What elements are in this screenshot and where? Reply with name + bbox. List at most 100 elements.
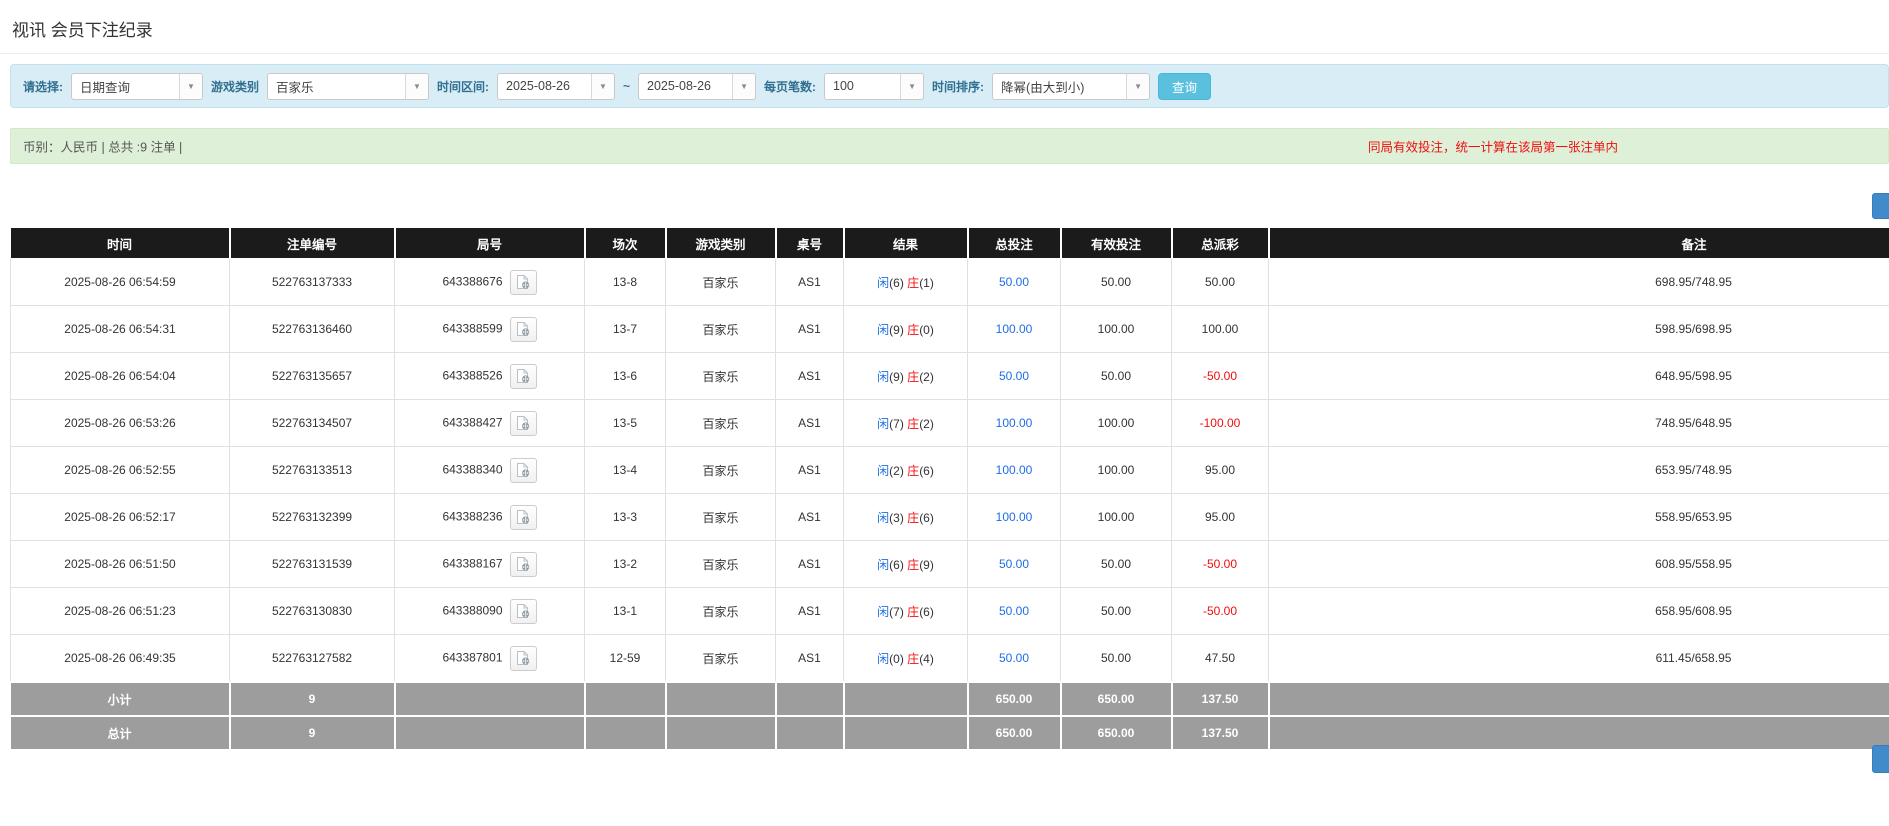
- cell-table-number: AS1: [776, 306, 844, 353]
- total-bet-link[interactable]: 100.00: [996, 510, 1033, 524]
- table-header: 时间 注单编号 局号 场次 游戏类别 桌号 结果 总投注 有效投注 总派彩 备注: [11, 228, 1889, 259]
- result-player-score: (2): [889, 464, 904, 478]
- total-bet-link[interactable]: 100.00: [996, 322, 1033, 336]
- result-banker-score: (2): [919, 417, 934, 431]
- date-range-tilde: ~: [623, 79, 630, 93]
- cell-bet-number: 522763135657: [230, 353, 395, 400]
- result-player-label: 闲: [877, 276, 889, 290]
- video-record-button[interactable]: [510, 458, 537, 483]
- result-banker-score: (1): [919, 276, 934, 290]
- result-player-score: (6): [889, 558, 904, 572]
- cell-game-type: 百家乐: [666, 353, 776, 400]
- cell-time: 2025-08-26 06:54:59: [11, 259, 230, 306]
- cell-total-bet: 50.00: [968, 541, 1061, 588]
- round-number: 643387801: [442, 650, 502, 664]
- cell-payout: 95.00: [1172, 447, 1269, 494]
- cell-valid-bet: 100.00: [1061, 306, 1172, 353]
- cell-payout: -50.00: [1172, 588, 1269, 635]
- total-bet-link[interactable]: 50.00: [999, 557, 1029, 571]
- video-record-button[interactable]: [510, 552, 537, 577]
- result-banker-label: 庄: [907, 417, 919, 431]
- result-banker-label: 庄: [907, 511, 919, 525]
- total-bet-link[interactable]: 50.00: [999, 369, 1029, 383]
- total-total-bet: 650.00: [968, 716, 1061, 749]
- cell-game-type: 百家乐: [666, 306, 776, 353]
- video-record-button[interactable]: [510, 364, 537, 389]
- cell-payout: 95.00: [1172, 494, 1269, 541]
- video-record-button[interactable]: [510, 270, 537, 295]
- chevron-down-icon[interactable]: ▼: [179, 74, 202, 99]
- edge-button-top-clipped[interactable]: [1872, 193, 1889, 219]
- cell-remark: 598.95/698.95: [1269, 306, 1889, 353]
- video-record-icon: [515, 462, 531, 478]
- video-record-button[interactable]: [510, 599, 537, 624]
- cell-game-type: 百家乐: [666, 400, 776, 447]
- table-row: 2025-08-26 06:54:59 522763137333 6433886…: [11, 259, 1889, 306]
- subtotal-payout: 137.50: [1172, 682, 1269, 716]
- total-bet-link[interactable]: 50.00: [999, 275, 1029, 289]
- time-sort-label: 时间排序:: [932, 78, 984, 95]
- video-record-button[interactable]: [510, 411, 537, 436]
- col-header-remark: 备注: [1269, 228, 1889, 259]
- time-sort-value: 降幂(由大到小): [993, 74, 1126, 99]
- cell-session: 12-59: [585, 635, 666, 683]
- page-size-label: 每页笔数:: [764, 78, 816, 95]
- query-type-value: 日期查询: [72, 74, 179, 99]
- cell-valid-bet: 50.00: [1061, 541, 1172, 588]
- cell-game-type: 百家乐: [666, 588, 776, 635]
- total-bet-link[interactable]: 100.00: [996, 463, 1033, 477]
- subtotal-label: 小计: [11, 682, 230, 716]
- result-player-label: 闲: [877, 511, 889, 525]
- cell-total-bet: 100.00: [968, 400, 1061, 447]
- result-player-label: 闲: [877, 370, 889, 384]
- col-header-game-type: 游戏类别: [666, 228, 776, 259]
- cell-game-type: 百家乐: [666, 635, 776, 683]
- cell-payout: -50.00: [1172, 353, 1269, 400]
- video-record-button[interactable]: [510, 505, 537, 530]
- col-header-session: 场次: [585, 228, 666, 259]
- col-header-valid-bet: 有效投注: [1061, 228, 1172, 259]
- bet-records-table: 时间 注单编号 局号 场次 游戏类别 桌号 结果 总投注 有效投注 总派彩 备注…: [10, 228, 1889, 749]
- chevron-down-icon[interactable]: ▼: [732, 74, 755, 99]
- cell-bet-number: 522763130830: [230, 588, 395, 635]
- subtotal-valid-bet: 650.00: [1061, 682, 1172, 716]
- video-record-button[interactable]: [510, 317, 537, 342]
- subtotal-total-bet: 650.00: [968, 682, 1061, 716]
- cell-table-number: AS1: [776, 541, 844, 588]
- cell-session: 13-3: [585, 494, 666, 541]
- cell-time: 2025-08-26 06:52:17: [11, 494, 230, 541]
- chevron-down-icon[interactable]: ▼: [1126, 74, 1149, 99]
- total-row: 总计 9 650.00 650.00 137.50: [11, 716, 1889, 749]
- total-bet-link[interactable]: 50.00: [999, 604, 1029, 618]
- chevron-down-icon[interactable]: ▼: [900, 74, 923, 99]
- game-type-select[interactable]: 百家乐 ▼: [267, 73, 429, 100]
- date-to-select[interactable]: 2025-08-26 ▼: [638, 73, 756, 100]
- result-banker-label: 庄: [907, 370, 919, 384]
- valid-bet-notice: 同局有效投注，统一计算在该局第一张注单内: [1368, 137, 1618, 156]
- query-type-select[interactable]: 日期查询 ▼: [71, 73, 203, 100]
- result-banker-score: (6): [919, 605, 934, 619]
- cell-table-number: AS1: [776, 447, 844, 494]
- cell-valid-bet: 100.00: [1061, 494, 1172, 541]
- chevron-down-icon[interactable]: ▼: [591, 74, 614, 99]
- date-from-select[interactable]: 2025-08-26 ▼: [497, 73, 615, 100]
- search-button[interactable]: 查询: [1158, 73, 1211, 100]
- cell-session: 13-8: [585, 259, 666, 306]
- table-row: 2025-08-26 06:54:04 522763135657 6433885…: [11, 353, 1889, 400]
- result-player-score: (9): [889, 370, 904, 384]
- result-banker-label: 庄: [907, 605, 919, 619]
- video-record-button[interactable]: [510, 646, 537, 671]
- chevron-down-icon[interactable]: ▼: [405, 74, 428, 99]
- total-label: 总计: [11, 716, 230, 749]
- time-sort-select[interactable]: 降幂(由大到小) ▼: [992, 73, 1150, 100]
- total-bet-link[interactable]: 50.00: [999, 651, 1029, 665]
- cell-payout: -50.00: [1172, 541, 1269, 588]
- cell-result: 闲(9) 庄(0): [844, 306, 968, 353]
- video-record-icon: [515, 650, 531, 666]
- result-banker-score: (0): [919, 323, 934, 337]
- cell-round-number: 643388090: [395, 588, 585, 635]
- cell-valid-bet: 50.00: [1061, 353, 1172, 400]
- edge-button-bottom-clipped[interactable]: [1872, 745, 1889, 773]
- page-size-select[interactable]: 100 ▼: [824, 73, 924, 100]
- total-bet-link[interactable]: 100.00: [996, 416, 1033, 430]
